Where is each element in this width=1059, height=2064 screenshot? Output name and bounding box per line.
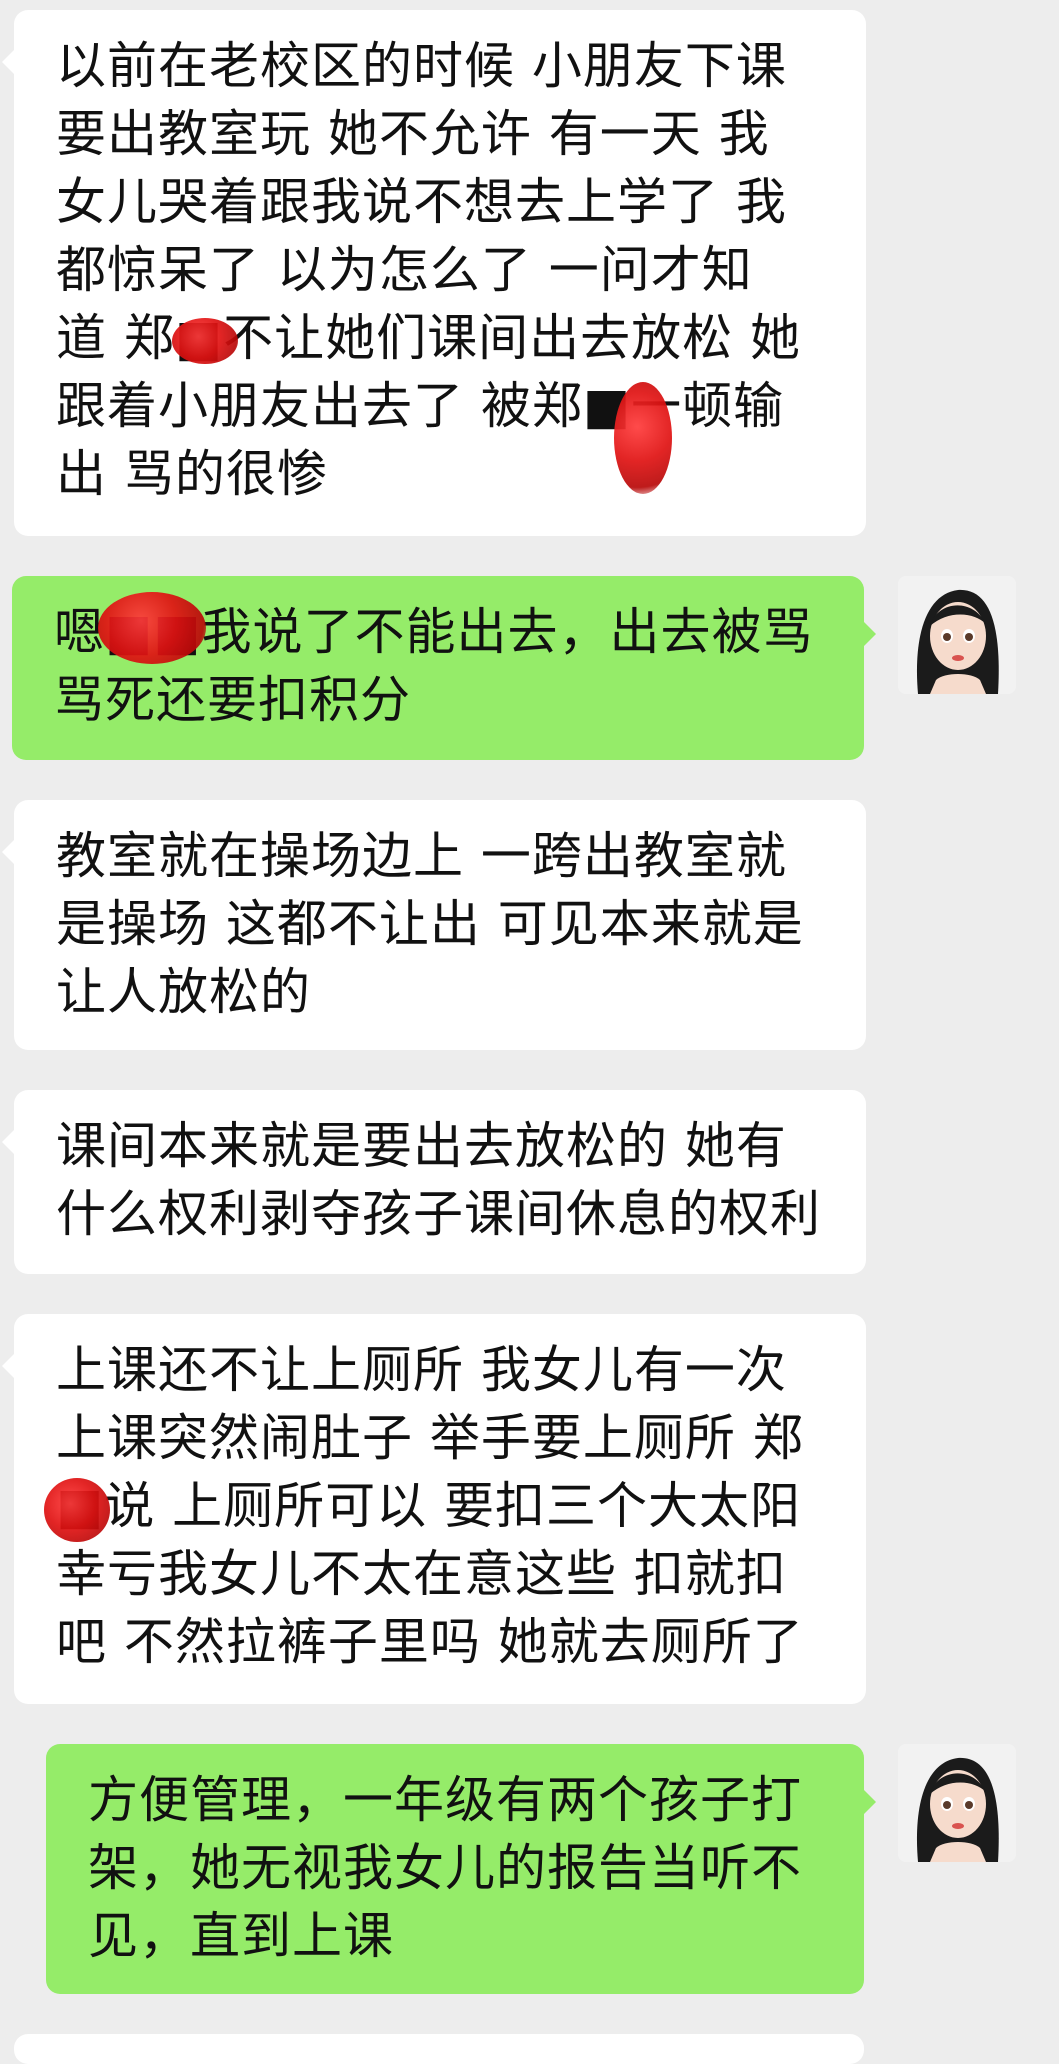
message-bubble-outgoing[interactable]: 方便管理，一年级有两个孩子打 架，她无视我女儿的报告当听不 见，直到上课: [46, 1744, 876, 1994]
self-avatar[interactable]: [898, 576, 1016, 694]
message-bubble-incoming[interactable]: 上课还不让上厕所 我女儿有一次 上课突然闹肚子 举手要上厕所 郑 ■说 上厕所可…: [2, 1314, 866, 1704]
message-bubble-partial: [14, 2034, 864, 2064]
message-bubble-incoming[interactable]: 以前在老校区的时候 小朋友下课 要出教室玩 她不允许 有一天 我 女儿哭着跟我说…: [2, 10, 866, 536]
message-bubble-incoming[interactable]: 教室就在操场边上 一跨出教室就 是操场 这都不让出 可见本来就是 让人放松的: [2, 800, 866, 1050]
message-bubble-outgoing[interactable]: 嗯■■我说了不能出去，出去被骂 骂死还要扣积分: [12, 576, 876, 760]
message-bubble-incoming[interactable]: 课间本来就是要出去放松的 她有 什么权利剥夺孩子课间休息的权利: [2, 1090, 866, 1274]
avatar-woman-icon: [898, 576, 1016, 694]
self-avatar[interactable]: [898, 1744, 1016, 1862]
avatar-woman-icon: [898, 1744, 1016, 1862]
